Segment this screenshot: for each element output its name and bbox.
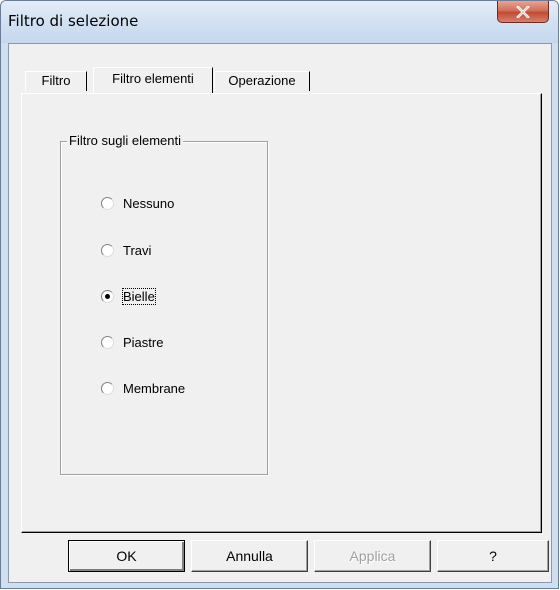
dialog-client-area: Filtro Filtro elementi Operazione Filtro… (8, 43, 552, 583)
tab-filtro-elementi[interactable]: Filtro elementi (93, 67, 213, 93)
filter-groupbox (60, 141, 268, 475)
dialog-window: Filtro di selezione Filtro Filtro elemen… (0, 0, 559, 589)
radio-button[interactable] (101, 196, 114, 210)
tab-label: Operazione (228, 73, 296, 88)
tab-label: Filtro elementi (112, 71, 194, 86)
radio-button[interactable] (101, 243, 114, 257)
radio-button[interactable] (101, 335, 114, 349)
tab-label: Filtro (41, 73, 71, 88)
ok-button[interactable]: OK (68, 540, 185, 572)
help-button-label: ? (489, 548, 497, 564)
close-x-icon (516, 5, 530, 18)
radio-bielle[interactable]: Bielle (101, 287, 156, 305)
cancel-button[interactable]: Annulla (191, 540, 308, 572)
radio-label: Piastre (123, 334, 164, 350)
close-button[interactable] (497, 1, 549, 23)
radio-piastre[interactable]: Piastre (101, 333, 163, 351)
help-button[interactable]: ? (437, 540, 549, 572)
apply-button-label: Applica (349, 548, 396, 564)
radio-travi[interactable]: Travi (101, 241, 151, 259)
radio-label: Membrane (123, 380, 186, 396)
radio-label: Travi (123, 242, 152, 258)
tab-filtro[interactable]: Filtro (25, 71, 87, 91)
title-bar[interactable]: Filtro di selezione (1, 1, 558, 43)
radio-button-selected[interactable] (101, 289, 114, 303)
tab-operazione[interactable]: Operazione (214, 71, 310, 91)
ok-button-label: OK (116, 548, 137, 564)
radio-button[interactable] (101, 381, 114, 395)
apply-button[interactable]: Applica (314, 540, 431, 572)
radio-membrane[interactable]: Membrane (101, 379, 185, 397)
cancel-button-label: Annulla (226, 548, 273, 564)
radio-dot-icon (105, 293, 110, 299)
group-title: Filtro sugli elementi (67, 133, 183, 149)
radio-label: Nessuno (123, 195, 175, 211)
radio-label: Bielle (122, 287, 156, 305)
window-title: Filtro di selezione (8, 12, 139, 30)
radio-nessuno[interactable]: Nessuno (101, 194, 174, 212)
